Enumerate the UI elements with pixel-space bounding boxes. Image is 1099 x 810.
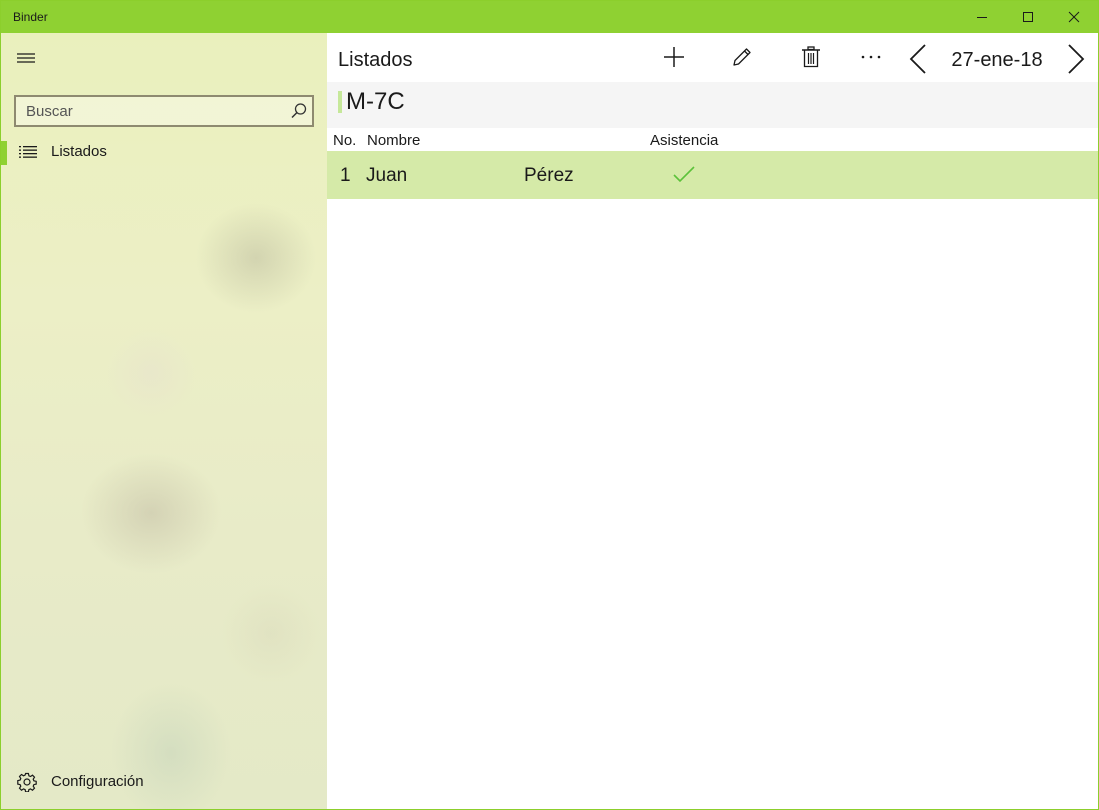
settings-label: Configuración xyxy=(51,773,144,790)
next-date-button[interactable] xyxy=(1061,39,1091,79)
navigation-pane: Listados Configuración xyxy=(1,33,327,809)
edit-button[interactable] xyxy=(722,37,762,77)
app-window: Binder Buscar Listados Configuración Lis… xyxy=(0,0,1099,810)
selection-indicator xyxy=(1,141,7,165)
search-input[interactable] xyxy=(16,97,286,125)
column-header-name: Nombre xyxy=(367,132,421,149)
maximize-button[interactable] xyxy=(1005,1,1051,33)
sidebar-item-settings[interactable]: Configuración xyxy=(1,767,327,797)
column-header-attendance: Asistencia xyxy=(650,132,719,149)
edit-icon xyxy=(733,48,751,66)
main-content: Listados 27-ene-18 M-7C No. Nombre Asist… xyxy=(327,33,1098,809)
sidebar-item-label: Listados xyxy=(51,143,107,160)
hamburger-button[interactable] xyxy=(9,41,43,75)
list-icon xyxy=(19,146,37,158)
chevron-right-icon xyxy=(1068,44,1085,74)
list-header: M-7C xyxy=(327,82,1098,128)
add-icon xyxy=(664,47,684,67)
check-icon[interactable] xyxy=(672,165,696,185)
more-button[interactable] xyxy=(851,37,891,77)
delete-button[interactable] xyxy=(791,37,831,77)
page-title: Listados xyxy=(338,49,413,71)
close-icon xyxy=(1068,11,1080,23)
row-number: 1 xyxy=(340,165,351,186)
search-box xyxy=(14,95,314,127)
close-button[interactable] xyxy=(1051,1,1097,33)
table-row[interactable]: 1 Juan Pérez xyxy=(327,151,1098,199)
delete-icon xyxy=(802,46,820,68)
current-date: 27-ene-18 xyxy=(951,49,1043,71)
more-icon xyxy=(861,55,881,59)
hamburger-icon xyxy=(17,53,35,63)
maximize-icon xyxy=(1023,12,1033,22)
list-name: M-7C xyxy=(346,88,405,115)
row-last-name: Pérez xyxy=(524,165,574,186)
column-header-no: No. xyxy=(333,132,357,149)
app-title: Binder xyxy=(13,10,48,24)
minimize-icon xyxy=(977,17,987,18)
list-accent-bar xyxy=(338,91,342,113)
row-first-name: Juan xyxy=(366,165,408,186)
previous-date-button[interactable] xyxy=(903,39,933,79)
minimize-button[interactable] xyxy=(959,1,1005,33)
chevron-left-icon xyxy=(909,44,926,74)
sidebar-item-listados[interactable]: Listados xyxy=(1,137,327,167)
add-button[interactable] xyxy=(654,37,694,77)
search-icon[interactable] xyxy=(290,102,308,120)
gear-icon xyxy=(17,772,37,792)
title-bar: Binder xyxy=(1,1,1098,33)
